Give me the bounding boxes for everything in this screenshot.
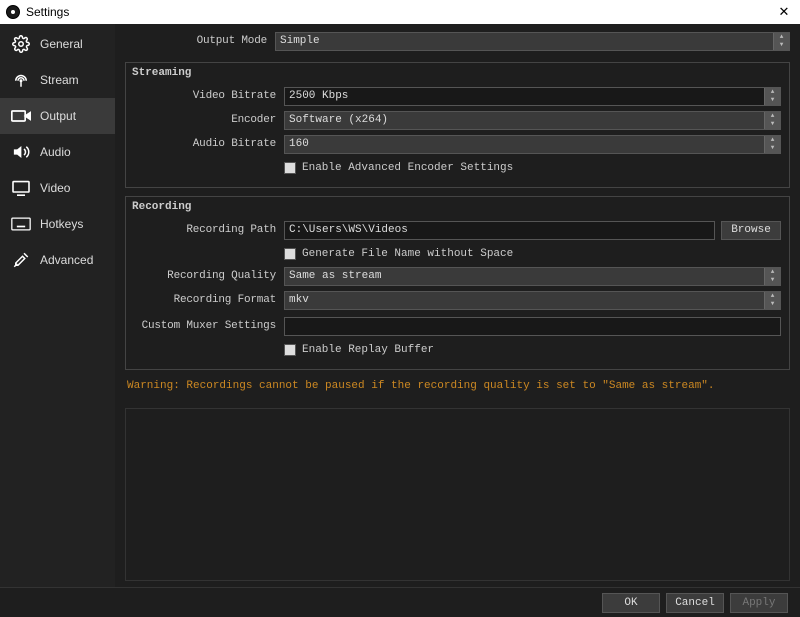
encoder-label: Encoder bbox=[134, 114, 284, 126]
recording-format-label: Recording Format bbox=[134, 294, 284, 306]
custom-muxer-input[interactable] bbox=[284, 317, 781, 336]
video-bitrate-label: Video Bitrate bbox=[134, 90, 284, 102]
replay-buffer-label: Enable Replay Buffer bbox=[302, 344, 434, 356]
recording-legend: Recording bbox=[132, 201, 191, 213]
footer: OK Cancel Apply bbox=[0, 587, 800, 617]
app-icon bbox=[6, 5, 20, 19]
sidebar-item-label: Video bbox=[40, 181, 70, 195]
apply-button[interactable]: Apply bbox=[730, 593, 788, 613]
window-title: Settings bbox=[26, 5, 774, 19]
sidebar-item-label: Audio bbox=[40, 145, 71, 159]
sidebar: General Stream Output Audio Video Hotkey… bbox=[0, 24, 115, 587]
recording-format-select[interactable]: mkv▲▼ bbox=[284, 291, 781, 310]
recording-quality-select[interactable]: Same as stream▲▼ bbox=[284, 267, 781, 286]
streaming-legend: Streaming bbox=[132, 67, 191, 79]
chevron-updown-icon: ▲▼ bbox=[764, 268, 780, 285]
recording-path-label: Recording Path bbox=[134, 224, 284, 236]
output-mode-select[interactable]: Simple ▲▼ bbox=[275, 32, 790, 51]
sidebar-item-general[interactable]: General bbox=[0, 26, 115, 62]
tools-icon bbox=[10, 251, 32, 269]
empty-pane bbox=[125, 408, 790, 581]
titlebar: Settings ✕ bbox=[0, 0, 800, 24]
advanced-encoder-checkbox[interactable] bbox=[284, 162, 296, 174]
sidebar-item-hotkeys[interactable]: Hotkeys bbox=[0, 206, 115, 242]
content: Output Mode Simple ▲▼ Streaming Video Bi… bbox=[115, 24, 800, 587]
sidebar-item-advanced[interactable]: Advanced bbox=[0, 242, 115, 278]
sidebar-item-output[interactable]: Output bbox=[0, 98, 115, 134]
encoder-select[interactable]: Software (x264)▲▼ bbox=[284, 111, 781, 130]
sidebar-item-video[interactable]: Video bbox=[0, 170, 115, 206]
recording-group: Recording Recording Path C:\Users\WS\Vid… bbox=[125, 196, 790, 370]
close-button[interactable]: ✕ bbox=[774, 4, 794, 20]
sidebar-item-label: Advanced bbox=[40, 253, 93, 267]
sidebar-item-stream[interactable]: Stream bbox=[0, 62, 115, 98]
replay-buffer-checkbox[interactable] bbox=[284, 344, 296, 356]
recording-path-input[interactable]: C:\Users\WS\Videos bbox=[284, 221, 715, 240]
recording-quality-label: Recording Quality bbox=[134, 270, 284, 282]
warning-text: Warning: Recordings cannot be paused if … bbox=[125, 370, 790, 402]
output-icon bbox=[10, 107, 32, 125]
browse-button[interactable]: Browse bbox=[721, 221, 781, 240]
gear-icon bbox=[10, 35, 32, 53]
antenna-icon bbox=[10, 71, 32, 89]
filename-nospace-label: Generate File Name without Space bbox=[302, 248, 513, 260]
output-mode-label: Output Mode bbox=[125, 35, 275, 47]
audio-bitrate-select[interactable]: 160▲▼ bbox=[284, 135, 781, 154]
filename-nospace-checkbox[interactable] bbox=[284, 248, 296, 260]
keyboard-icon bbox=[10, 215, 32, 233]
sidebar-item-label: Output bbox=[40, 109, 76, 123]
custom-muxer-label: Custom Muxer Settings bbox=[134, 320, 284, 332]
streaming-group: Streaming Video Bitrate 2500 Kbps▲▼ Enco… bbox=[125, 62, 790, 188]
sidebar-item-label: Hotkeys bbox=[40, 217, 83, 231]
sidebar-item-label: Stream bbox=[40, 73, 79, 87]
chevron-updown-icon: ▲▼ bbox=[773, 33, 789, 50]
video-bitrate-input[interactable]: 2500 Kbps▲▼ bbox=[284, 87, 781, 106]
ok-button[interactable]: OK bbox=[602, 593, 660, 613]
chevron-updown-icon: ▲▼ bbox=[764, 136, 780, 153]
sidebar-item-label: General bbox=[40, 37, 83, 51]
output-mode-value: Simple bbox=[280, 35, 320, 47]
chevron-updown-icon: ▲▼ bbox=[764, 112, 780, 129]
sidebar-item-audio[interactable]: Audio bbox=[0, 134, 115, 170]
audio-bitrate-label: Audio Bitrate bbox=[134, 138, 284, 150]
stepper-icon: ▲▼ bbox=[764, 88, 780, 105]
cancel-button[interactable]: Cancel bbox=[666, 593, 724, 613]
chevron-updown-icon: ▲▼ bbox=[764, 292, 780, 309]
monitor-icon bbox=[10, 179, 32, 197]
speaker-icon bbox=[10, 143, 32, 161]
advanced-encoder-label: Enable Advanced Encoder Settings bbox=[302, 162, 513, 174]
